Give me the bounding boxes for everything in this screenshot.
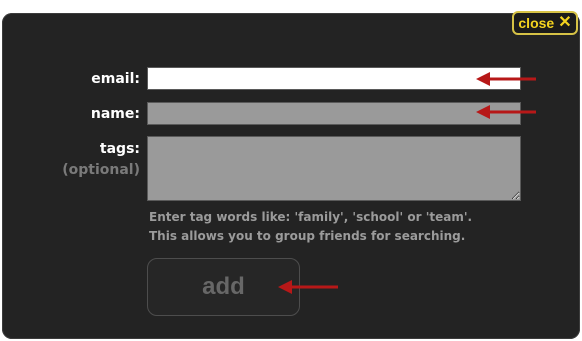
tags-optional-label: (optional) [62,162,140,178]
name-field[interactable] [147,102,521,125]
tags-hint-line-1: Enter tag words like: 'family', 'school'… [149,210,473,224]
arrow-icon [278,280,338,294]
tags-hint: Enter tag words like: 'family', 'school'… [149,208,549,246]
tags-field[interactable] [147,136,521,201]
arrow-icon [476,72,536,86]
email-label: email: [91,71,140,87]
close-label: close [518,15,555,31]
page: close ✕ email: name: tags: (optional) En… [0,0,582,341]
tags-label: tags: [99,141,140,157]
name-label: name: [90,106,140,122]
arrow-icon [476,105,536,119]
email-field[interactable] [147,67,521,90]
tags-hint-line-2: This allows you to group friends for sea… [149,229,466,243]
close-icon: ✕ [558,14,572,31]
close-button[interactable]: close ✕ [512,11,578,35]
